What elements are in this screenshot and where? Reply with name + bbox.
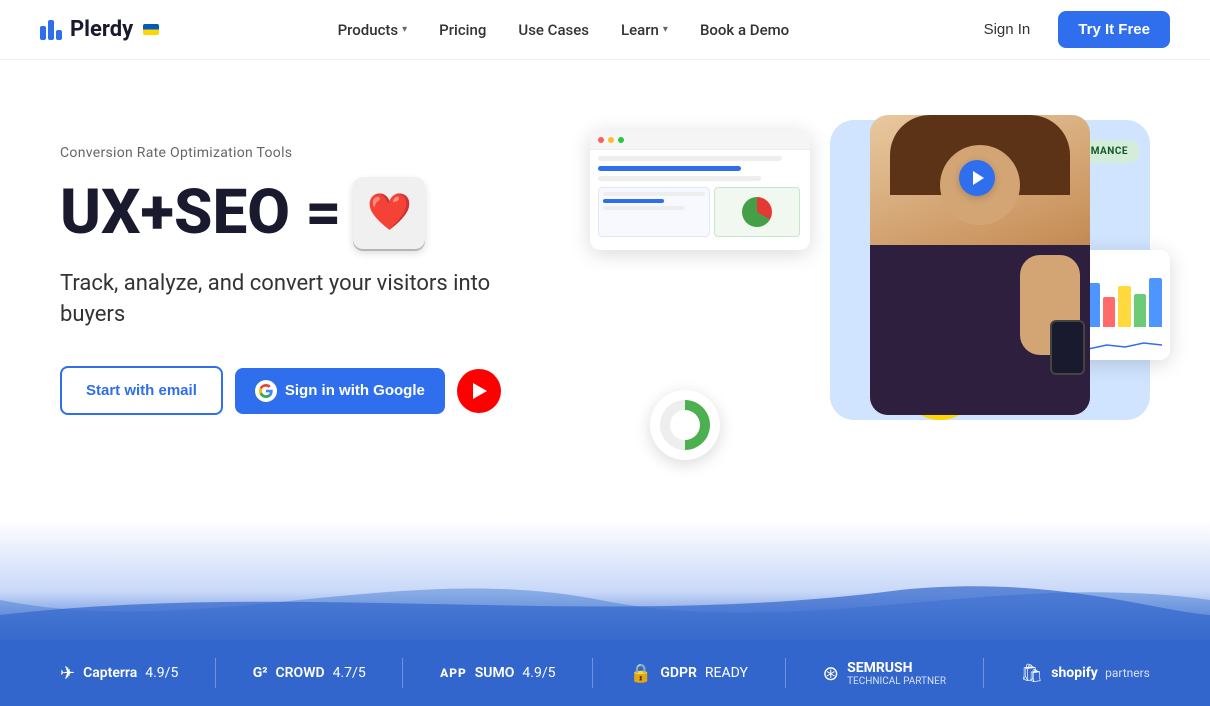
g2-name: CROWD (276, 665, 325, 681)
capterra-icon: ✈ (60, 663, 75, 684)
semrush-name: SEMRUSH (847, 660, 946, 676)
divider (402, 658, 403, 688)
hero-subtitle: Conversion Rate Optimization Tools (60, 145, 540, 161)
nav-book-demo[interactable]: Book a Demo (686, 13, 803, 47)
main-nav: Products ▾ Pricing Use Cases Learn ▾ Boo… (324, 13, 804, 47)
appsumo-score: 4.9/5 (522, 665, 555, 681)
gdpr-name: GDPR (660, 665, 697, 681)
semrush-icon: ⊛ (822, 661, 839, 685)
google-icon (255, 380, 277, 402)
header: Plerdy Products ▾ Pricing Use Cases Lear… (0, 0, 1210, 60)
screenshot-widget (590, 130, 810, 250)
chevron-down-icon: ▾ (402, 24, 407, 35)
semrush-badge: ⊛ SEMRUSH TECHNICAL PARTNER (822, 660, 946, 687)
semrush-info: SEMRUSH TECHNICAL PARTNER (847, 660, 946, 687)
logo-text: Plerdy (70, 17, 133, 42)
play-overlay-icon[interactable] (959, 160, 995, 196)
hero-section: Conversion Rate Optimization Tools UX+SE… (0, 60, 1210, 520)
nav-use-cases[interactable]: Use Cases (504, 13, 603, 47)
appsumo-name: SUMO (475, 665, 515, 681)
g2-badge: G² CROWD 4.7/5 (253, 665, 366, 681)
play-icon (473, 383, 487, 399)
lock-icon: 🔒 (630, 663, 652, 684)
google-button-label: Sign in with Google (285, 382, 425, 399)
hero-headline: UX+SEO = ❤️ (60, 177, 540, 249)
wave-container (0, 520, 1210, 640)
heart-key-icon: ❤️ (353, 177, 425, 249)
sign-in-google-button[interactable]: Sign in with Google (235, 368, 445, 414)
g2-score: 4.7/5 (333, 665, 366, 681)
gdpr-status: READY (705, 665, 748, 681)
logo[interactable]: Plerdy (40, 17, 159, 42)
logo-icon (40, 20, 62, 40)
g2-icon: G² (253, 665, 268, 681)
appsumo-icon: APP (440, 666, 467, 680)
shopify-info: shopify partners (1051, 665, 1150, 681)
try-free-button[interactable]: Try It Free (1058, 11, 1170, 48)
appsumo-badge: APP SUMO 4.9/5 (440, 665, 555, 681)
semrush-title: TECHNICAL PARTNER (847, 676, 946, 687)
shopify-tagline: partners (1105, 666, 1150, 680)
wave-svg (0, 560, 1210, 640)
divider (785, 658, 786, 688)
hero-left: Conversion Rate Optimization Tools UX+SE… (60, 145, 540, 416)
nav-pricing[interactable]: Pricing (425, 13, 500, 47)
header-actions: Sign In Try It Free (968, 11, 1170, 48)
hero-actions: Start with email Sign in with Google (60, 366, 540, 415)
divider (983, 658, 984, 688)
chevron-down-icon: ▾ (663, 24, 668, 35)
headline-text: UX+SEO = (60, 179, 341, 247)
speedometer-widget (650, 390, 720, 460)
capterra-name: Capterra (83, 665, 137, 681)
divider (592, 658, 593, 688)
capterra-badge: ✈ Capterra 4.9/5 (60, 663, 178, 684)
youtube-button[interactable] (457, 369, 501, 413)
capterra-score: 4.9/5 (145, 665, 178, 681)
wave-section (0, 520, 1210, 640)
ukraine-flag (143, 24, 159, 35)
footer-bar: ✈ Capterra 4.9/5 G² CROWD 4.7/5 APP SUMO… (0, 640, 1210, 706)
shopify-icon: 🛍 (1020, 663, 1043, 684)
start-email-button[interactable]: Start with email (60, 366, 223, 415)
gdpr-badge: 🔒 GDPR READY (630, 663, 748, 684)
nav-products[interactable]: Products ▾ (324, 13, 422, 47)
nav-learn[interactable]: Learn ▾ (607, 13, 682, 47)
hero-illustration: SALES PERFORMANCE Sales Performance 709 … (590, 110, 1150, 450)
shopify-name: shopify (1051, 665, 1098, 681)
hero-tagline: Track, analyze, and convert your visitor… (60, 269, 540, 331)
shopify-badge: 🛍 shopify partners (1020, 663, 1149, 684)
sign-in-button[interactable]: Sign In (968, 13, 1047, 46)
divider (215, 658, 216, 688)
